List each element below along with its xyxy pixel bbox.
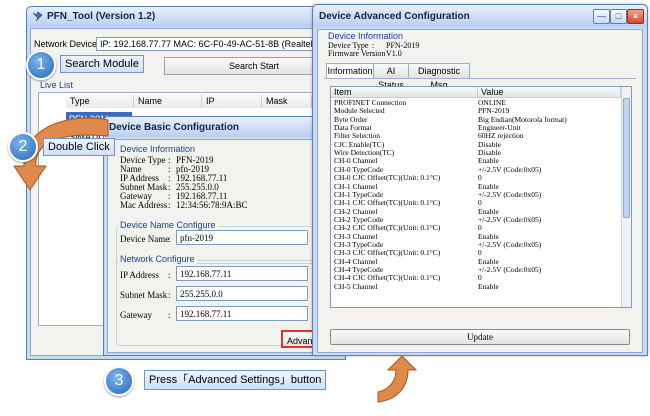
subnet-mask-input[interactable]: 255.255.0.0 — [176, 286, 308, 301]
tab-diagnostic-msg[interactable]: Diagnostic Msg — [408, 63, 470, 90]
tab-information[interactable]: Information — [326, 63, 374, 79]
main-title-bar[interactable]: PFN_Tool (Version 1.2) — [27, 7, 345, 27]
grid-scrollbar[interactable] — [621, 87, 631, 307]
grid-cell-value: +/-2.5V (Code:0x05) — [478, 164, 542, 174]
grid-cell-item: CH-1 CJC Offset(TC)(Unit: 0.1°C) — [334, 198, 441, 208]
network-devices-select[interactable]: IP: 192.168.77.77 MAC: 6C-F0-49-AC-51-8B… — [96, 37, 344, 51]
basic-config-dialog: Device Basic Configuration Device Inform… — [103, 116, 331, 356]
adv-device-info-title: Device Information — [328, 31, 404, 41]
step-badge-3: 3 — [104, 366, 134, 396]
information-grid[interactable]: Item Value PROFINET Connection ONLINE Modu… — [330, 86, 632, 308]
grid-cell-value: 0 — [478, 173, 482, 183]
step-3-label: Press「Advanced Settings」button — [144, 370, 327, 390]
info-label-mac: Mac Address — [120, 200, 168, 210]
main-window-title: PFN_Tool (Version 1.2) — [47, 11, 156, 22]
grid-cell-value: Enable — [478, 281, 499, 291]
grid-row[interactable]: Byte Order Big Endian(Motorola format) — [331, 115, 621, 124]
grid-cell-value: +/-2.5V (Code:0x05) — [478, 239, 542, 249]
step-badge-1: 1 — [26, 50, 56, 80]
adv-firmware-label: Firmware Version — [328, 49, 386, 58]
tab-divider — [324, 78, 636, 79]
info-colon: : — [168, 234, 171, 244]
subnet-label: Subnet Mask — [120, 290, 168, 300]
info-colon: : — [168, 310, 171, 320]
step-2-label: Double Click — [43, 138, 115, 156]
grid-cell-item: CH-0 CJC Offset(TC)(Unit: 0.1°C) — [334, 173, 441, 183]
info-colon: : — [168, 290, 171, 300]
basic-title-bar[interactable]: Device Basic Configuration — [104, 117, 330, 137]
device-name-input[interactable]: pfn-2019 — [176, 230, 308, 245]
gateway-label: Gateway — [120, 310, 152, 320]
live-list-label: Live List — [40, 80, 74, 90]
adv-firmware-value: V1.0 — [386, 49, 402, 58]
grid-header-item[interactable]: Item — [331, 87, 478, 98]
info-colon: : — [168, 270, 171, 280]
basic-client-area: Device Information Device Type : PFN-201… — [107, 139, 327, 353]
basic-dialog-title: Device Basic Configuration — [109, 122, 240, 133]
grid-cell-item: CH-5 Channel — [334, 281, 378, 291]
tab-ai-status[interactable]: AI Status — [373, 63, 409, 90]
close-icon[interactable]: × — [627, 9, 644, 24]
maximize-icon[interactable]: □ — [610, 9, 627, 24]
step-1-label: Search Module — [60, 55, 144, 73]
gateway-input[interactable]: 192.168.77.11 — [176, 306, 308, 321]
grid-header-value[interactable]: Value — [478, 87, 621, 98]
column-header-name[interactable]: Name — [134, 95, 202, 108]
curved-arrow-up-icon — [377, 356, 418, 403]
grid-cell-value: 0 — [478, 198, 482, 208]
info-value-mac: 12:34:56:78:9A:BC — [176, 200, 248, 210]
ip-label: IP Address — [120, 270, 159, 280]
scrollbar-thumb[interactable] — [623, 98, 630, 218]
grid-cell-value: +/-2.5V (Code:0x05) — [478, 214, 542, 224]
grid-row[interactable]: CH-5 Channel Enable — [331, 281, 621, 291]
device-name-label: Device Name — [120, 234, 170, 244]
device-name-configure-title: Device Name Configure — [118, 220, 218, 230]
basic-device-info-title: Device Information — [118, 144, 198, 154]
network-configure-title: Network Configure — [118, 254, 197, 264]
step-badge-2: 2 — [8, 132, 38, 162]
ip-address-input[interactable]: 192.168.77.11 — [176, 266, 308, 281]
app-icon — [32, 11, 43, 22]
grid-row[interactable]: Module Selected PFN-2019 — [331, 107, 621, 115]
grid-cell-value: +/-2.5V (Code:0x05) — [478, 265, 542, 274]
info-colon: : — [168, 200, 171, 210]
column-header-ip[interactable]: IP — [202, 95, 262, 108]
column-header-mask[interactable]: Mask — [262, 95, 312, 108]
adv-colon: : — [372, 49, 375, 58]
update-button[interactable]: Update — [330, 329, 630, 345]
minimize-icon[interactable]: — — [593, 9, 610, 24]
advanced-title-bar[interactable]: Device Advanced Configuration — □ × — [313, 5, 647, 27]
grid-cell-value: +/-2.5V (Code:0x05) — [478, 189, 542, 199]
advanced-dialog-title: Device Advanced Configuration — [319, 11, 470, 22]
